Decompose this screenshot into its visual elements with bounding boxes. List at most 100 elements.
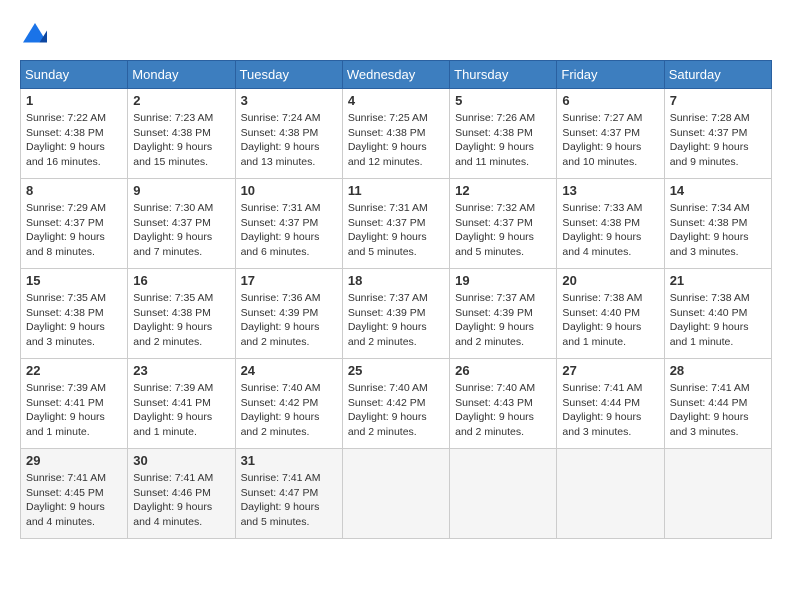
- cell-info: Sunrise: 7:38 AMSunset: 4:40 PMDaylight:…: [562, 291, 658, 350]
- cell-info: Sunrise: 7:39 AMSunset: 4:41 PMDaylight:…: [26, 381, 122, 440]
- calendar-cell: [664, 449, 771, 539]
- calendar-week-5: 29Sunrise: 7:41 AMSunset: 4:45 PMDayligh…: [21, 449, 772, 539]
- calendar-cell: 16Sunrise: 7:35 AMSunset: 4:38 PMDayligh…: [128, 269, 235, 359]
- day-number: 9: [133, 183, 229, 198]
- column-header-monday: Monday: [128, 61, 235, 89]
- cell-info: Sunrise: 7:26 AMSunset: 4:38 PMDaylight:…: [455, 111, 551, 170]
- cell-info: Sunrise: 7:37 AMSunset: 4:39 PMDaylight:…: [348, 291, 444, 350]
- day-number: 23: [133, 363, 229, 378]
- cell-info: Sunrise: 7:38 AMSunset: 4:40 PMDaylight:…: [670, 291, 766, 350]
- day-number: 17: [241, 273, 337, 288]
- cell-info: Sunrise: 7:40 AMSunset: 4:42 PMDaylight:…: [241, 381, 337, 440]
- day-number: 15: [26, 273, 122, 288]
- calendar-cell: 28Sunrise: 7:41 AMSunset: 4:44 PMDayligh…: [664, 359, 771, 449]
- column-header-wednesday: Wednesday: [342, 61, 449, 89]
- day-number: 13: [562, 183, 658, 198]
- day-number: 2: [133, 93, 229, 108]
- cell-info: Sunrise: 7:40 AMSunset: 4:42 PMDaylight:…: [348, 381, 444, 440]
- cell-info: Sunrise: 7:30 AMSunset: 4:37 PMDaylight:…: [133, 201, 229, 260]
- column-header-tuesday: Tuesday: [235, 61, 342, 89]
- logo: [20, 20, 54, 50]
- calendar-cell: 19 Sunrise: 7:37 AMSunset: 4:39 PMDayligh…: [450, 269, 557, 359]
- day-number: 3: [241, 93, 337, 108]
- cell-info: Sunrise: 7:31 AMSunset: 4:37 PMDaylight:…: [348, 201, 444, 260]
- day-number: 1: [26, 93, 122, 108]
- day-number: 30: [133, 453, 229, 468]
- day-number: 10: [241, 183, 337, 198]
- calendar-cell: 7 Sunrise: 7:28 AMSunset: 4:37 PMDaylight…: [664, 89, 771, 179]
- calendar-cell: 30 Sunrise: 7:41 AMSunset: 4:46 PMDayligh…: [128, 449, 235, 539]
- calendar-cell: 12Sunrise: 7:32 AMSunset: 4:37 PMDayligh…: [450, 179, 557, 269]
- day-number: 6: [562, 93, 658, 108]
- cell-info: Sunrise: 7:37 AMSunset: 4:39 PMDaylight:…: [455, 291, 551, 350]
- cell-info: Sunrise: 7:28 AMSunset: 4:37 PMDaylight:…: [670, 111, 766, 170]
- calendar-cell: 9 Sunrise: 7:30 AMSunset: 4:37 PMDaylight…: [128, 179, 235, 269]
- calendar-cell: 26 Sunrise: 7:40 AMSunset: 4:43 PMDayligh…: [450, 359, 557, 449]
- cell-info: Sunrise: 7:32 AMSunset: 4:37 PMDaylight:…: [455, 201, 551, 260]
- calendar-table: SundayMondayTuesdayWednesdayThursdayFrid…: [20, 60, 772, 539]
- column-header-thursday: Thursday: [450, 61, 557, 89]
- cell-info: Sunrise: 7:24 AMSunset: 4:38 PMDaylight:…: [241, 111, 337, 170]
- day-number: 16: [133, 273, 229, 288]
- cell-info: Sunrise: 7:33 AMSunset: 4:38 PMDaylight:…: [562, 201, 658, 260]
- cell-info: Sunrise: 7:36 AMSunset: 4:39 PMDaylight:…: [241, 291, 337, 350]
- page-header: [20, 20, 772, 50]
- calendar-cell: 23 Sunrise: 7:39 AMSunset: 4:41 PMDayligh…: [128, 359, 235, 449]
- day-number: 14: [670, 183, 766, 198]
- calendar-cell: 17 Sunrise: 7:36 AMSunset: 4:39 PMDayligh…: [235, 269, 342, 359]
- day-number: 29: [26, 453, 122, 468]
- cell-info: Sunrise: 7:39 AMSunset: 4:41 PMDaylight:…: [133, 381, 229, 440]
- calendar-cell: 31 Sunrise: 7:41 AMSunset: 4:47 PMDayligh…: [235, 449, 342, 539]
- day-number: 27: [562, 363, 658, 378]
- day-number: 5: [455, 93, 551, 108]
- calendar-week-1: 1 Sunrise: 7:22 AMSunset: 4:38 PMDaylight…: [21, 89, 772, 179]
- column-header-saturday: Saturday: [664, 61, 771, 89]
- day-number: 21: [670, 273, 766, 288]
- calendar-cell: 21 Sunrise: 7:38 AMSunset: 4:40 PMDayligh…: [664, 269, 771, 359]
- day-number: 24: [241, 363, 337, 378]
- day-number: 18: [348, 273, 444, 288]
- day-number: 20: [562, 273, 658, 288]
- calendar-cell: 6 Sunrise: 7:27 AMSunset: 4:37 PMDaylight…: [557, 89, 664, 179]
- day-number: 19: [455, 273, 551, 288]
- cell-info: Sunrise: 7:29 AMSunset: 4:37 PMDaylight:…: [26, 201, 122, 260]
- calendar-cell: 13 Sunrise: 7:33 AMSunset: 4:38 PMDayligh…: [557, 179, 664, 269]
- calendar-cell: 22Sunrise: 7:39 AMSunset: 4:41 PMDayligh…: [21, 359, 128, 449]
- column-header-friday: Friday: [557, 61, 664, 89]
- column-header-sunday: Sunday: [21, 61, 128, 89]
- calendar-header-row: SundayMondayTuesdayWednesdayThursdayFrid…: [21, 61, 772, 89]
- calendar-cell: [557, 449, 664, 539]
- calendar-cell: 4 Sunrise: 7:25 AMSunset: 4:38 PMDaylight…: [342, 89, 449, 179]
- calendar-cell: 24 Sunrise: 7:40 AMSunset: 4:42 PMDayligh…: [235, 359, 342, 449]
- day-number: 31: [241, 453, 337, 468]
- calendar-cell: 14 Sunrise: 7:34 AMSunset: 4:38 PMDayligh…: [664, 179, 771, 269]
- calendar-cell: 29Sunrise: 7:41 AMSunset: 4:45 PMDayligh…: [21, 449, 128, 539]
- calendar-cell: 11 Sunrise: 7:31 AMSunset: 4:37 PMDayligh…: [342, 179, 449, 269]
- calendar-week-3: 15Sunrise: 7:35 AMSunset: 4:38 PMDayligh…: [21, 269, 772, 359]
- calendar-cell: 2 Sunrise: 7:23 AMSunset: 4:38 PMDaylight…: [128, 89, 235, 179]
- day-number: 8: [26, 183, 122, 198]
- day-number: 28: [670, 363, 766, 378]
- logo-icon: [20, 20, 50, 50]
- cell-info: Sunrise: 7:25 AMSunset: 4:38 PMDaylight:…: [348, 111, 444, 170]
- cell-info: Sunrise: 7:22 AMSunset: 4:38 PMDaylight:…: [26, 111, 122, 170]
- cell-info: Sunrise: 7:34 AMSunset: 4:38 PMDaylight:…: [670, 201, 766, 260]
- calendar-week-4: 22Sunrise: 7:39 AMSunset: 4:41 PMDayligh…: [21, 359, 772, 449]
- calendar-cell: 27Sunrise: 7:41 AMSunset: 4:44 PMDayligh…: [557, 359, 664, 449]
- day-number: 26: [455, 363, 551, 378]
- day-number: 7: [670, 93, 766, 108]
- calendar-cell: 15Sunrise: 7:35 AMSunset: 4:38 PMDayligh…: [21, 269, 128, 359]
- cell-info: Sunrise: 7:41 AMSunset: 4:47 PMDaylight:…: [241, 471, 337, 530]
- day-number: 11: [348, 183, 444, 198]
- calendar-cell: 25 Sunrise: 7:40 AMSunset: 4:42 PMDayligh…: [342, 359, 449, 449]
- calendar-cell: 1 Sunrise: 7:22 AMSunset: 4:38 PMDaylight…: [21, 89, 128, 179]
- cell-info: Sunrise: 7:23 AMSunset: 4:38 PMDaylight:…: [133, 111, 229, 170]
- cell-info: Sunrise: 7:41 AMSunset: 4:46 PMDaylight:…: [133, 471, 229, 530]
- cell-info: Sunrise: 7:40 AMSunset: 4:43 PMDaylight:…: [455, 381, 551, 440]
- day-number: 25: [348, 363, 444, 378]
- cell-info: Sunrise: 7:31 AMSunset: 4:37 PMDaylight:…: [241, 201, 337, 260]
- day-number: 4: [348, 93, 444, 108]
- calendar-cell: 3 Sunrise: 7:24 AMSunset: 4:38 PMDaylight…: [235, 89, 342, 179]
- cell-info: Sunrise: 7:27 AMSunset: 4:37 PMDaylight:…: [562, 111, 658, 170]
- calendar-cell: 10 Sunrise: 7:31 AMSunset: 4:37 PMDayligh…: [235, 179, 342, 269]
